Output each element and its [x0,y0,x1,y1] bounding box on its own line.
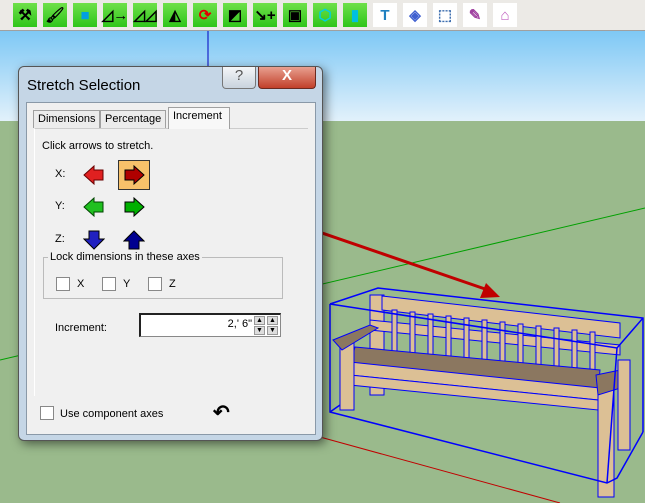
y-axis-label: Y: [55,200,65,212]
lock-y-checkbox[interactable] [102,277,116,291]
increment-panel: Click arrows to stretch. X: Y: Z: Lock d… [34,128,308,396]
hammer-icon[interactable]: ⚒ [13,3,37,27]
toolbar: ⚒ 🖌 ■ ◿→ ◿◿ ◭ ⟳ ◩ ↘+ ▣ ⬡ ▮ T ◈ ⬚ ✎ ⌂ [0,0,645,31]
z-grow-arrow-icon[interactable] [121,227,147,253]
increment-down-fine-button[interactable]: ▼ [254,326,265,335]
cube-icon[interactable]: ■ [73,3,97,27]
stretch-x-icon[interactable]: ◿→ [102,3,128,27]
dashed-select-icon[interactable]: ⬚ [433,3,457,27]
lock-x-label: X [77,278,85,290]
pin-icon[interactable]: T [373,3,397,27]
undo-icon[interactable]: ↶ [213,400,230,425]
y-grow-arrow-icon[interactable] [121,194,147,220]
measure-add-icon[interactable]: ↘+ [253,3,277,27]
lock-z-checkbox[interactable] [148,277,162,291]
dialog-title: Stretch Selection [27,77,141,94]
house-icon[interactable]: ⌂ [493,3,517,27]
increment-up-button[interactable]: ▲ [267,316,278,325]
stretch-xy-icon[interactable]: ◿◿ [133,3,157,27]
use-component-axes-checkbox[interactable] [40,406,54,420]
increment-up-fine-button[interactable]: ▲ [254,316,265,325]
z-shrink-arrow-icon[interactable] [81,227,107,253]
close-button[interactable]: X [258,67,316,89]
increment-down-button[interactable]: ▼ [267,326,278,335]
tab-percentage[interactable]: Percentage [100,110,167,128]
rotate-icon[interactable]: ⟳ [193,3,217,27]
tab-increment[interactable]: Increment [168,107,230,129]
stretch-selection-dialog: Stretch Selection ? X Dimensions Percent… [18,66,323,441]
dialog-body: Dimensions Percentage Increment Click ar… [26,102,316,435]
help-button[interactable]: ? [222,67,256,89]
x-shrink-arrow-icon[interactable] [81,162,107,188]
lock-y-label: Y [123,278,131,290]
offset-icon[interactable]: ▣ [283,3,307,27]
lock-z-label: Z [169,278,176,290]
z-axis-label: Z: [55,233,65,245]
x-axis-label: X: [55,168,66,180]
lock-x-checkbox[interactable] [56,277,70,291]
mirror-icon[interactable]: ◭ [163,3,187,27]
lock-axes-legend: Lock dimensions in these axes [50,251,200,263]
instruction-text: Click arrows to stretch. [42,140,154,152]
hatch-icon[interactable]: ◈ [403,3,427,27]
use-component-axes-label: Use component axes [60,408,164,420]
paintbrush-icon[interactable]: 🖌 [43,3,67,27]
box-icon[interactable]: ⬡ [313,3,337,27]
x-grow-arrow-icon[interactable] [118,160,150,190]
y-shrink-arrow-icon[interactable] [81,194,107,220]
flip-face-icon[interactable]: ◩ [223,3,247,27]
increment-label: Increment: [55,322,107,334]
edit-form-icon[interactable]: ✎ [463,3,487,27]
lock-axes-group: Lock dimensions in these axes X Y Z [43,251,283,299]
bottle-icon[interactable]: ▮ [343,3,367,27]
tab-dimensions[interactable]: Dimensions [33,110,101,128]
